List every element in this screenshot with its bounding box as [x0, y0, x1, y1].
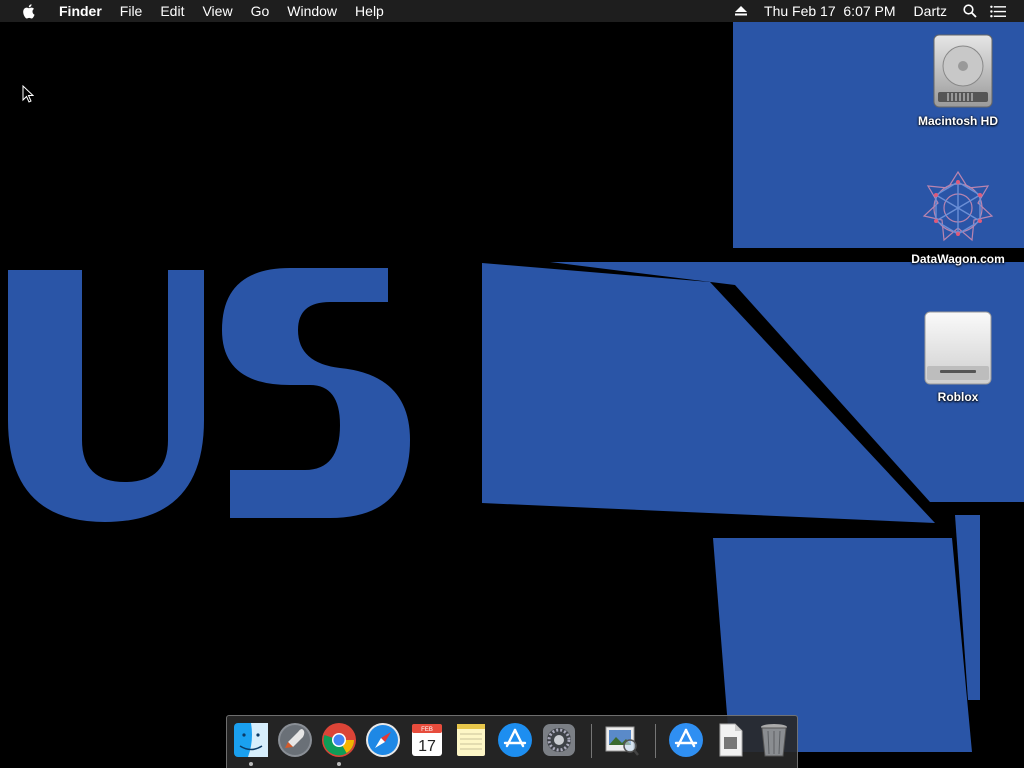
- menu-file[interactable]: File: [111, 0, 152, 22]
- finder-icon: [234, 723, 268, 757]
- menu-app-finder[interactable]: Finder: [50, 0, 111, 22]
- dock-item-safari[interactable]: [364, 721, 402, 759]
- desktop-icon-datawagon[interactable]: DataWagon.com: [903, 168, 1013, 268]
- system-preferences-icon: [543, 724, 575, 756]
- running-indicator: [337, 762, 341, 766]
- applications-folder-icon: [669, 723, 703, 757]
- spotlight-search-icon[interactable]: [962, 0, 978, 22]
- menu-bar: Finder File Edit View Go Window Help Thu…: [0, 0, 1024, 22]
- dock-item-app-store[interactable]: [496, 721, 534, 759]
- desktop-wallpaper: [0, 0, 1024, 768]
- desktop-icon-macintosh-hd[interactable]: Macintosh HD: [903, 30, 1013, 130]
- safari-icon: [366, 723, 400, 757]
- dock-item-notes[interactable]: [452, 721, 490, 759]
- apple-icon[interactable]: [18, 0, 38, 22]
- dock-item-trash[interactable]: [755, 721, 793, 759]
- desktop-icon-label: DataWagon.com: [911, 252, 1005, 266]
- launchpad-icon: [278, 723, 312, 757]
- dock-item-system-preferences[interactable]: [540, 721, 578, 759]
- network-volume-icon: [918, 168, 998, 248]
- notification-center-icon[interactable]: [990, 0, 1006, 22]
- chrome-icon: [322, 723, 356, 757]
- menu-user[interactable]: Dartz: [905, 0, 956, 22]
- documents-stack-icon: [719, 723, 743, 757]
- desktop-icon-label: Macintosh HD: [917, 114, 998, 128]
- menu-go[interactable]: Go: [242, 0, 279, 22]
- dock-item-documents[interactable]: [711, 721, 749, 759]
- menu-clock[interactable]: Thu Feb 17 6:07 PM: [755, 0, 905, 22]
- dock-separator: [591, 724, 592, 758]
- dock-item-preview[interactable]: [603, 721, 641, 759]
- calendar-month: FEB: [421, 727, 433, 733]
- desktop-icon-roblox[interactable]: Roblox: [903, 306, 1013, 406]
- dock-item-chrome[interactable]: [320, 721, 358, 766]
- dock-separator: [655, 724, 656, 758]
- calendar-icon: FEB 17: [412, 724, 442, 756]
- menu-help[interactable]: Help: [346, 0, 393, 22]
- dock-item-finder[interactable]: [232, 721, 270, 766]
- disk-image-icon: [918, 306, 998, 386]
- menu-view[interactable]: View: [193, 0, 241, 22]
- menu-edit[interactable]: Edit: [151, 0, 193, 22]
- notes-icon: [457, 724, 485, 756]
- hard-drive-icon: [918, 30, 998, 110]
- dock-item-launchpad[interactable]: [276, 721, 314, 759]
- mouse-cursor-icon: [22, 85, 34, 103]
- dock: FEB 17: [226, 715, 798, 768]
- running-indicator: [249, 762, 253, 766]
- eject-icon[interactable]: [733, 0, 749, 22]
- calendar-day: 17: [418, 738, 436, 755]
- preview-icon: [605, 726, 639, 756]
- dock-item-applications[interactable]: [667, 721, 705, 759]
- desktop-icon-label: Roblox: [937, 390, 979, 404]
- trash-icon: [761, 724, 787, 757]
- app-store-icon: [498, 723, 532, 757]
- menu-window[interactable]: Window: [278, 0, 346, 22]
- dock-item-calendar[interactable]: FEB 17: [408, 721, 446, 759]
